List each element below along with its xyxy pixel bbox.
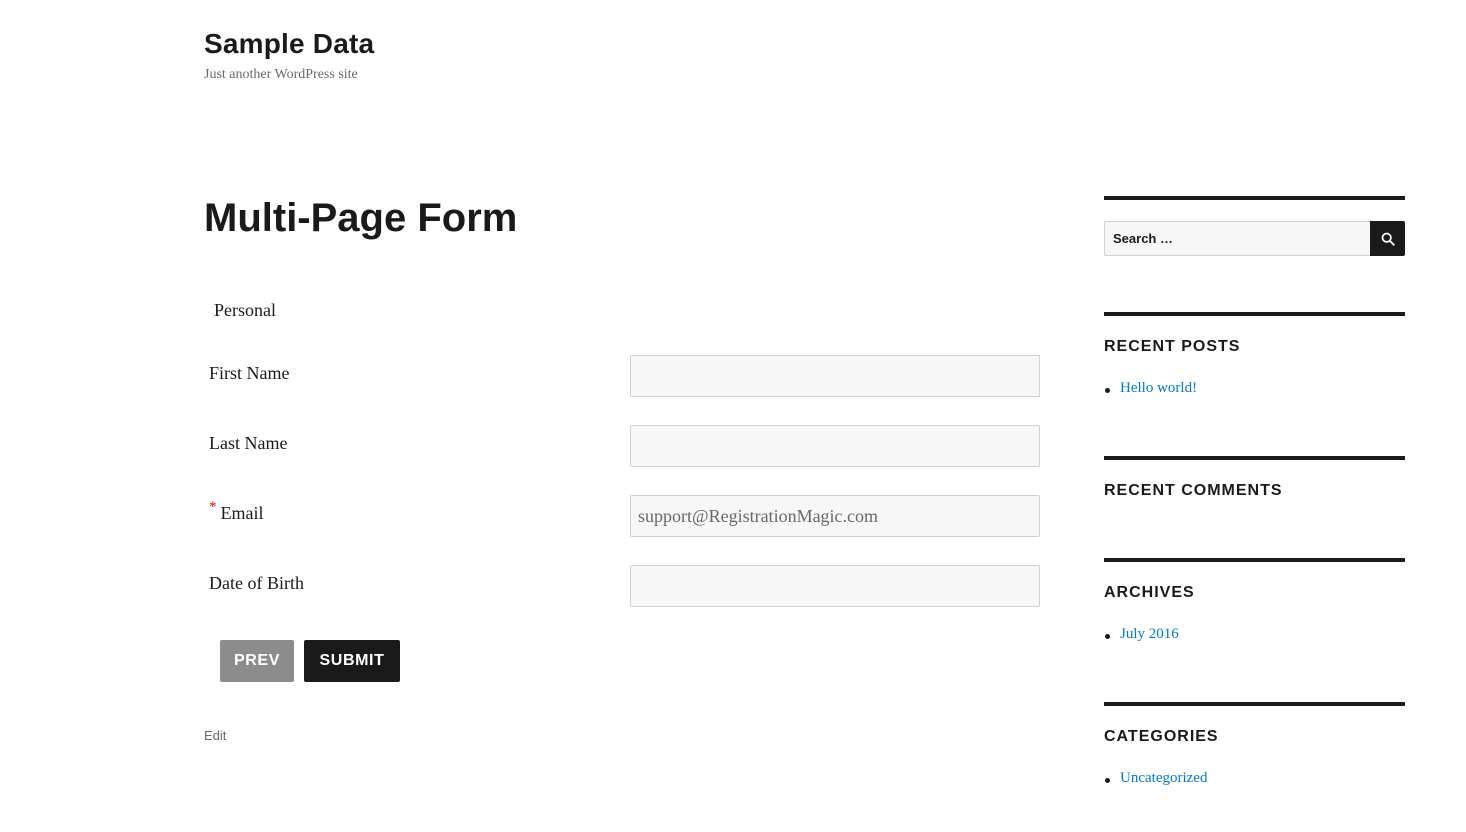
search-input[interactable] bbox=[1104, 221, 1370, 256]
list-item: Uncategorized bbox=[1104, 770, 1207, 787]
archives-divider bbox=[1104, 558, 1405, 562]
date-of-birth-field[interactable] bbox=[630, 565, 1040, 607]
submit-button[interactable]: SUBMIT bbox=[304, 640, 400, 682]
archives-title: ARCHIVES bbox=[1104, 584, 1195, 601]
categories-divider bbox=[1104, 702, 1405, 706]
form-section-label: Personal bbox=[214, 300, 276, 320]
search-button[interactable] bbox=[1370, 221, 1405, 256]
email-label: Email bbox=[220, 503, 264, 523]
prev-button[interactable]: PREV bbox=[220, 640, 294, 682]
search-widget-divider bbox=[1104, 196, 1405, 200]
page-title: Multi-Page Form bbox=[204, 196, 518, 240]
last-name-label: Last Name bbox=[209, 433, 288, 453]
list-item: Hello world! bbox=[1104, 380, 1197, 397]
date-of-birth-label: Date of Birth bbox=[209, 573, 304, 593]
archive-link[interactable]: July 2016 bbox=[1120, 626, 1179, 642]
archives-list: July 2016 bbox=[1104, 626, 1179, 643]
required-marker: * bbox=[209, 499, 217, 515]
recent-comments-title: RECENT COMMENTS bbox=[1104, 482, 1283, 499]
search-icon bbox=[1381, 232, 1395, 246]
email-label-row: * Email bbox=[209, 499, 264, 524]
recent-comments-divider bbox=[1104, 456, 1405, 460]
list-item: July 2016 bbox=[1104, 626, 1179, 643]
email-field[interactable] bbox=[630, 495, 1040, 537]
recent-post-link[interactable]: Hello world! bbox=[1120, 380, 1197, 396]
categories-list: Uncategorized bbox=[1104, 770, 1207, 787]
last-name-field[interactable] bbox=[630, 425, 1040, 467]
site-title[interactable]: Sample Data bbox=[204, 28, 374, 60]
edit-link[interactable]: Edit bbox=[204, 728, 226, 743]
first-name-label: First Name bbox=[209, 363, 290, 383]
recent-posts-list: Hello world! bbox=[1104, 380, 1197, 397]
categories-title: CATEGORIES bbox=[1104, 728, 1219, 745]
recent-posts-divider bbox=[1104, 312, 1405, 316]
category-link[interactable]: Uncategorized bbox=[1120, 770, 1207, 786]
site-description: Just another WordPress site bbox=[204, 67, 358, 82]
recent-posts-title: RECENT POSTS bbox=[1104, 338, 1241, 355]
first-name-field[interactable] bbox=[630, 355, 1040, 397]
